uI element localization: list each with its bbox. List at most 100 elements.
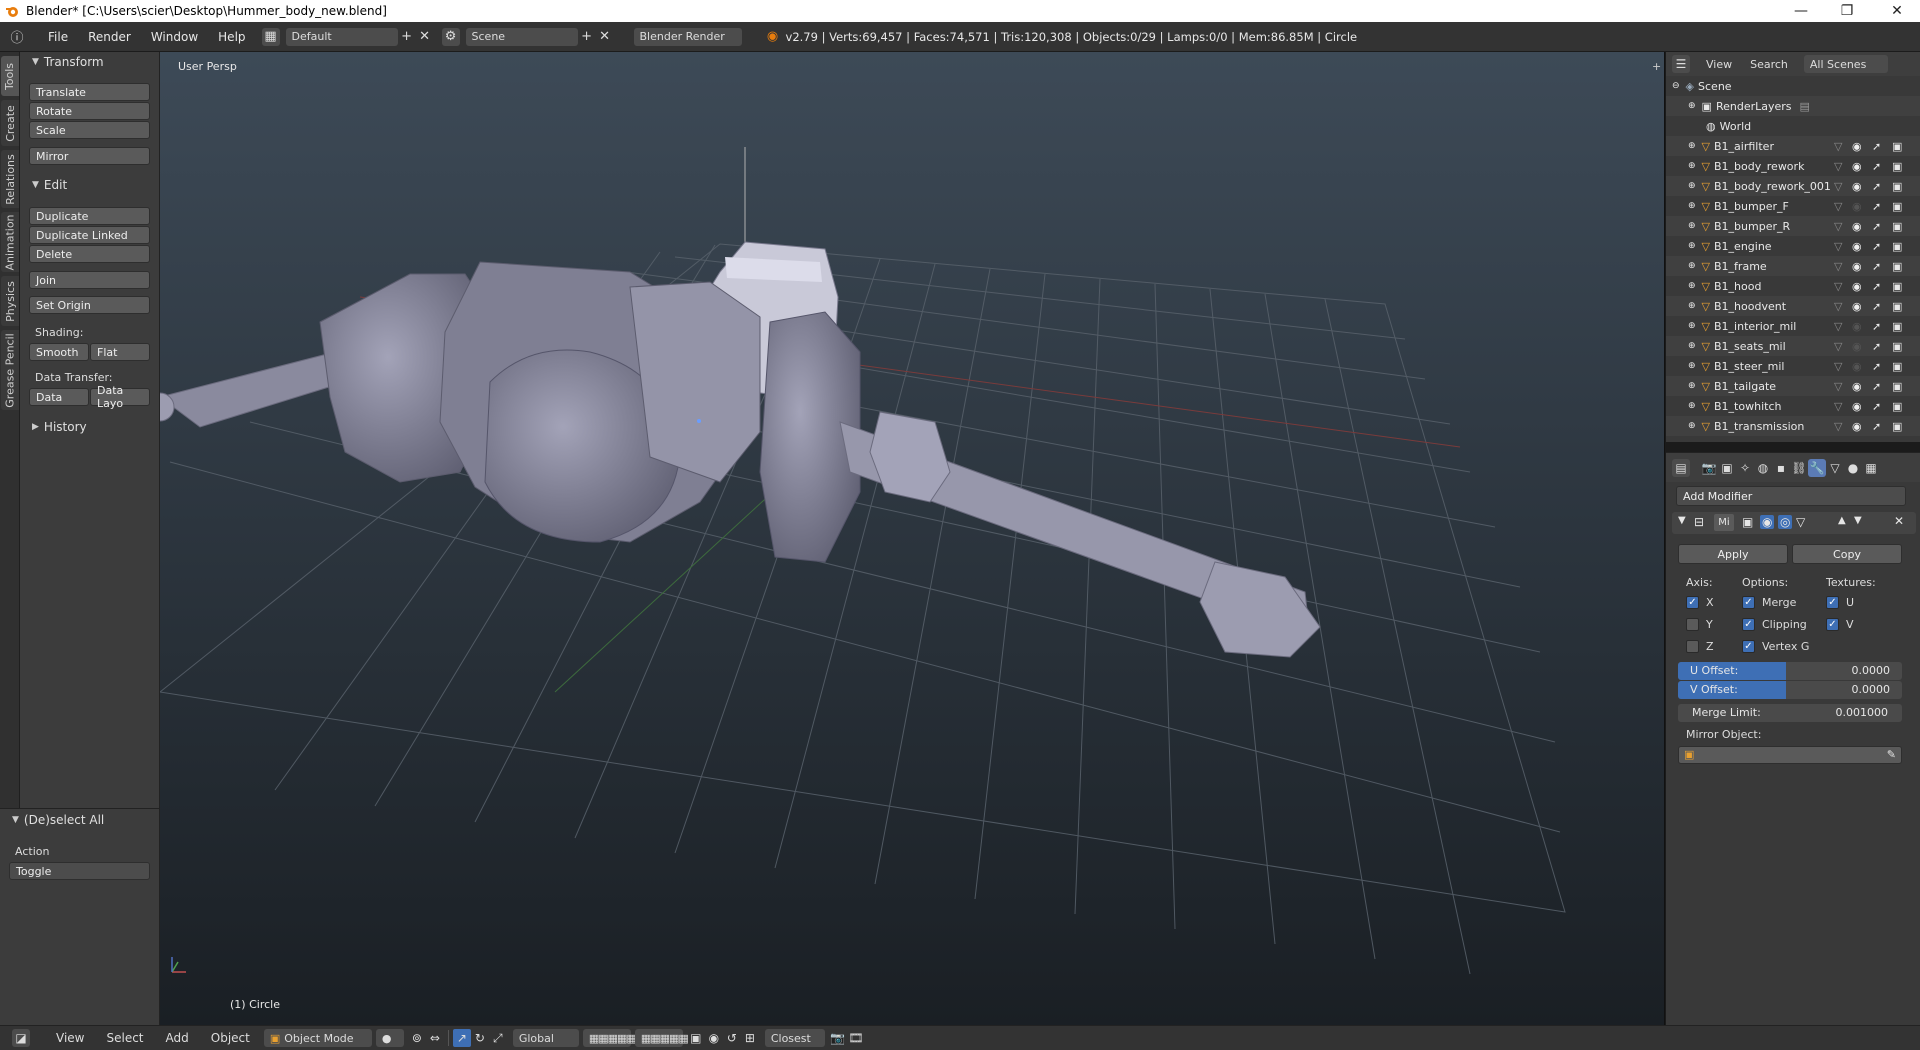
outliner-object-row[interactable]: ⊕ ▽ B1_body_rework_001 ▽ ◉ ➚ ▣ [1666,176,1920,196]
menu-file[interactable]: File [38,30,78,44]
visibility-eye-icon[interactable]: ◉ [1852,420,1862,433]
outliner-row-renderlayers[interactable]: ⊕ ▣ RenderLayers ▤ [1666,96,1920,116]
render-tab-icon[interactable]: 📷 [1700,459,1718,477]
expand-icon[interactable]: ⊕ [1688,141,1696,151]
expand-icon[interactable]: ⊕ [1688,161,1696,171]
expand-icon[interactable]: ⊕ [1688,181,1696,191]
cage-toggle-icon[interactable]: ▽ [1796,515,1805,529]
renderable-camera-icon[interactable]: ▣ [1892,220,1902,233]
selectable-cursor-icon[interactable]: ➚ [1872,240,1881,253]
add-scene-icon[interactable]: + [578,28,596,46]
tab-create[interactable]: Create [1,100,19,146]
outliner-object-row[interactable]: ⊕ ▽ B1_engine ▽ ◉ ➚ ▣ [1666,236,1920,256]
selectable-cursor-icon[interactable]: ➚ [1872,420,1881,433]
snap-toggle-icon[interactable]: ⊞ [741,1029,759,1047]
outliner-object-row[interactable]: ⊕ ▽ B1_body_rework ▽ ◉ ➚ ▣ [1666,156,1920,176]
add-modifier-select[interactable]: Add Modifier [1676,486,1906,506]
rotate-button[interactable]: Rotate [29,102,150,120]
action-select[interactable]: Toggle [9,862,150,880]
renderable-camera-icon[interactable]: ▣ [1892,380,1902,393]
renderable-camera-icon[interactable]: ▣ [1892,160,1902,173]
outliner-object-row[interactable]: ⊕ ▽ B1_hoodvent ▽ ◉ ➚ ▣ [1666,296,1920,316]
duplicate-button[interactable]: Duplicate [29,207,150,225]
join-button[interactable]: Join [29,271,150,289]
data-layout-button[interactable]: Data Layo [90,384,150,410]
move-up-icon[interactable]: ▲ [1838,515,1846,526]
minimize-button[interactable]: — [1778,0,1824,22]
visibility-eye-icon[interactable]: ◉ [1852,300,1862,313]
mode-select[interactable]: ▣ Object Mode [263,1029,372,1047]
outliner-row-world[interactable]: ◍ World [1666,116,1920,136]
visibility-eye-icon[interactable]: ◉ [1852,200,1862,213]
tab-relations[interactable]: Relations [1,150,19,208]
modifier-name-field[interactable]: Mi [1714,514,1734,531]
u-offset-slider[interactable]: U Offset: 0.0000 [1678,662,1902,680]
expand-icon[interactable]: ⊕ [1688,321,1696,331]
apply-button[interactable]: Apply [1678,544,1788,564]
modifiers-tab-icon[interactable]: 🔧 [1808,458,1826,477]
visibility-eye-icon[interactable]: ◉ [1852,160,1862,173]
duplicate-linked-button[interactable]: Duplicate Linked [29,226,150,244]
copy-button[interactable]: Copy [1792,544,1902,564]
scale-manipulator-icon[interactable]: ⤢ [489,1029,507,1047]
pivot-point-icon[interactable]: ⊚ [408,1029,426,1047]
renderable-camera-icon[interactable]: ▣ [1892,360,1902,373]
screen-layout-field[interactable]: Default [285,27,398,46]
expand-icon[interactable]: ⊖ [1672,81,1680,91]
expand-icon[interactable]: ⊕ [1688,401,1696,411]
outliner-object-row[interactable]: ⊕ ▽ B1_hood ▽ ◉ ➚ ▣ [1666,276,1920,296]
renderable-camera-icon[interactable]: ▣ [1892,200,1902,213]
collapse-modifier-icon[interactable]: ▼ [1678,515,1686,526]
outliner-object-row[interactable]: ⊕ ▽ B1_towhitch ▽ ◉ ➚ ▣ [1666,396,1920,416]
outliner-object-row[interactable]: ⊕ ▽ B1_transmission ▽ ◉ ➚ ▣ [1666,416,1920,436]
expand-icon[interactable]: ⊕ [1688,421,1696,431]
transform-orientation-select[interactable]: Global [512,1029,579,1047]
close-window-button[interactable]: ✕ [1874,0,1920,22]
renderable-camera-icon[interactable]: ▣ [1892,340,1902,353]
expand-icon[interactable]: ⊕ [1688,361,1696,371]
outliner-object-row[interactable]: ⊕ ▽ B1_tailgate ▽ ◉ ➚ ▣ [1666,376,1920,396]
mirror-button[interactable]: Mirror [29,147,150,165]
move-down-icon[interactable]: ▼ [1854,515,1862,526]
selectable-cursor-icon[interactable]: ➚ [1872,340,1881,353]
lock-layers-icon[interactable]: ▣ [687,1029,705,1047]
visibility-eye-icon[interactable]: ◉ [1852,260,1862,273]
selectable-cursor-icon[interactable]: ➚ [1872,380,1881,393]
outliner-object-row[interactable]: ⊕ ▽ B1_airfilter ▽ ◉ ➚ ▣ [1666,136,1920,156]
editor-type-icon[interactable]: ◪ [12,1029,30,1047]
outliner-object-row[interactable]: ⊕ ▽ B1_interior_mil ▽ ◉ ➚ ▣ [1666,316,1920,336]
axis-y-checkbox[interactable] [1686,618,1699,631]
renderable-camera-icon[interactable]: ▣ [1892,240,1902,253]
outliner-row-scene[interactable]: ⊖ ◈ Scene [1666,76,1920,96]
visibility-eye-icon[interactable]: ◉ [1852,180,1862,193]
outliner-object-row[interactable]: ⊕ ▽ B1_frame ▽ ◉ ➚ ▣ [1666,256,1920,276]
outliner-editor-type-icon[interactable]: ☰ [1672,55,1690,73]
visibility-eye-icon[interactable]: ◉ [1852,380,1862,393]
manipulator-toggle-icon[interactable]: ⇔ [426,1029,444,1047]
expand-icon[interactable]: ⊕ [1688,301,1696,311]
screen-layout-icon[interactable]: ▦ [261,27,280,46]
smooth-button[interactable]: Smooth [29,343,89,361]
menu-select[interactable]: Select [106,1031,143,1045]
v-offset-slider[interactable]: V Offset: 0.0000 [1678,681,1902,699]
renderable-camera-icon[interactable]: ▣ [1892,420,1902,433]
selectable-cursor-icon[interactable]: ➚ [1872,280,1881,293]
proportional-edit-icon[interactable]: ↺ [723,1029,741,1047]
flat-button[interactable]: Flat [90,343,150,361]
selectable-cursor-icon[interactable]: ➚ [1872,260,1881,273]
selectable-cursor-icon[interactable]: ➚ [1872,140,1881,153]
render-engine-select[interactable]: Blender Render [633,27,742,46]
shading-select[interactable]: ● [375,1029,404,1047]
renderable-camera-icon[interactable]: ▣ [1892,300,1902,313]
outliner-object-row[interactable]: ⊕ ▽ B1_steer_mil ▽ ◉ ➚ ▣ [1666,356,1920,376]
clipping-checkbox[interactable]: ✓ [1742,618,1755,631]
operator-panel-header[interactable]: ▼ (De)select All [12,813,104,827]
remove-layout-icon[interactable]: ✕ [416,28,434,46]
remove-modifier-icon[interactable]: ✕ [1894,514,1904,528]
menu-window[interactable]: Window [141,30,208,44]
outliner-view-menu[interactable]: View [1706,58,1732,71]
render-preview-icon[interactable]: ◉ [705,1029,723,1047]
visibility-eye-icon[interactable]: ◉ [1852,320,1862,333]
outliner-search-menu[interactable]: Search [1750,58,1788,71]
menu-help[interactable]: Help [208,30,255,44]
